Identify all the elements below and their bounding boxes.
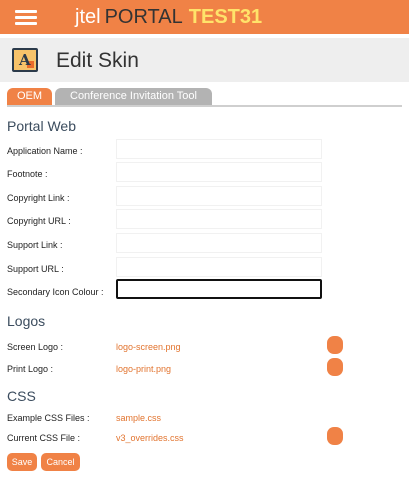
cancel-button[interactable]: Cancel <box>41 453 80 471</box>
menu-icon-line <box>15 16 37 19</box>
tab-conference-invitation-tool[interactable]: Conference Invitation Tool <box>55 88 212 105</box>
label-support-url: Support URL : <box>7 264 64 274</box>
current-css-upload-button[interactable] <box>327 427 343 445</box>
section-title-logos: Logos <box>7 313 46 329</box>
tab-underline <box>7 105 402 107</box>
skin-icon-corner <box>27 61 34 68</box>
support-link-input[interactable] <box>116 233 322 253</box>
section-title-css: CSS <box>7 388 36 404</box>
label-application-name: Application Name : <box>7 146 83 156</box>
label-support-link: Support Link : <box>7 240 63 250</box>
copyright-url-input[interactable] <box>116 209 322 229</box>
skin-icon <box>12 48 38 72</box>
label-screen-logo: Screen Logo : <box>7 342 64 352</box>
footnote-input[interactable] <box>116 162 322 182</box>
label-copyright-link: Copyright Link : <box>7 193 70 203</box>
application-name-input[interactable] <box>116 139 322 159</box>
title-bar: Edit Skin <box>0 38 409 82</box>
menu-icon[interactable] <box>12 7 40 27</box>
brand-tel: tel <box>79 6 101 28</box>
section-title-portal-web: Portal Web <box>7 118 76 134</box>
print-logo-upload-button[interactable] <box>327 358 343 376</box>
brand-logo: j tel PORTAL TEST31 <box>75 5 262 29</box>
label-copyright-url: Copyright URL : <box>7 216 71 226</box>
page-title: Edit Skin <box>56 49 139 72</box>
copyright-link-input[interactable] <box>116 186 322 206</box>
menu-icon-line <box>15 10 37 13</box>
label-example-css-files: Example CSS Files : <box>7 413 90 423</box>
label-current-css-file: Current CSS File : <box>7 433 81 443</box>
current-css-link[interactable]: v3_overrides.css <box>116 432 184 444</box>
top-bar: j tel PORTAL TEST31 <box>0 0 409 34</box>
secondary-icon-colour-input[interactable] <box>116 279 322 299</box>
example-css-link[interactable]: sample.css <box>116 412 161 424</box>
environment-label: TEST31 <box>188 6 263 28</box>
tab-bar: OEM Conference Invitation Tool <box>7 88 212 105</box>
screen-logo-link[interactable]: logo-screen.png <box>116 341 181 353</box>
menu-icon-line <box>15 22 37 25</box>
label-footnote: Footnote : <box>7 169 48 179</box>
support-url-input[interactable] <box>116 257 322 277</box>
screen-logo-upload-button[interactable] <box>327 336 343 354</box>
save-button[interactable]: Save <box>7 453 37 471</box>
label-secondary-icon-colour: Secondary Icon Colour : <box>7 287 104 297</box>
brand-portal: PORTAL <box>104 6 183 28</box>
tab-oem[interactable]: OEM <box>7 88 52 105</box>
print-logo-link[interactable]: logo-print.png <box>116 363 171 375</box>
label-print-logo: Print Logo : <box>7 364 54 374</box>
